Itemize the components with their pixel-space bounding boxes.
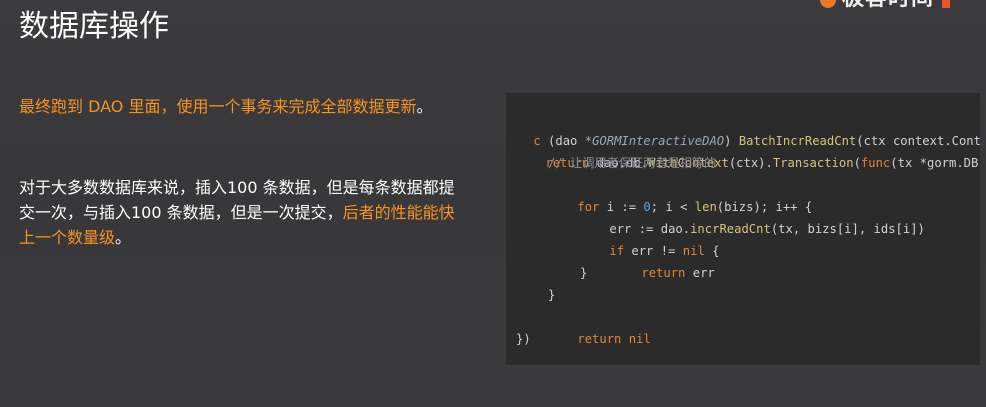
code-line-7: return err — [641, 266, 715, 280]
code-line-3: // 让调用者保证两者是相等的 — [548, 156, 717, 170]
paragraph-2: 对于大多数数据库来说，插入100 条数据，但是每条数据都提交一次，与插入100 … — [19, 175, 459, 250]
paragraph-2-end: 。 — [115, 228, 132, 247]
code-line-10: return nil — [577, 332, 651, 346]
logo-text: 极客时间 — [842, 0, 934, 8]
paragraph-1: 最终跑到 DAO 里面，使用一个事务来完成全部数据更新。 — [19, 94, 459, 119]
code-line-9: } — [548, 288, 556, 302]
brand-logo: 极客时间 — [816, 0, 986, 8]
slide-title: 数据库操作 — [19, 9, 169, 44]
code-block: c (dao *GORMInteractiveDAO) BatchIncrRea… — [506, 93, 980, 365]
logo-mark-icon — [820, 0, 836, 8]
code-line-11: }) — [516, 332, 531, 346]
paragraph-1-end: 。 — [416, 97, 433, 116]
code-line-8: } — [580, 266, 588, 280]
paragraph-1-highlight: 最终跑到 DAO 里面，使用一个事务来完成全部数据更新 — [19, 97, 417, 116]
logo-tag-icon — [942, 0, 951, 8]
